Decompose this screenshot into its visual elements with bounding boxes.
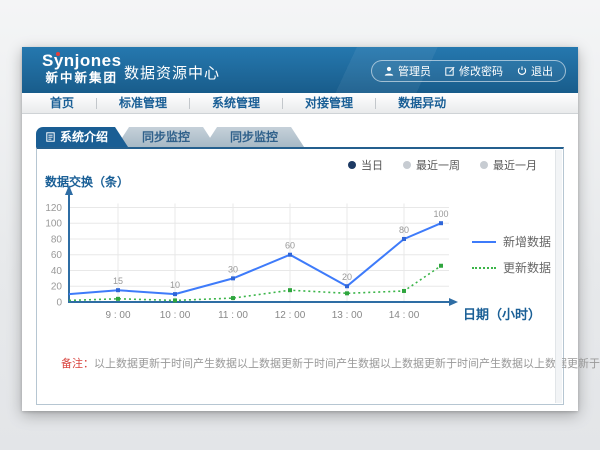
tab-label: 系统介绍 bbox=[60, 127, 108, 147]
legend-item-1[interactable]: 更新数据 bbox=[472, 259, 551, 276]
nav-item-0[interactable]: 首页 bbox=[28, 93, 96, 113]
footnote-label: 备注： bbox=[61, 358, 94, 370]
change-password-button[interactable]: 修改密码 bbox=[445, 63, 503, 79]
logo-red-dot-icon bbox=[56, 52, 60, 56]
user-toolbar: 管理员 修改密码 退出 bbox=[371, 60, 566, 82]
tab-1[interactable]: 同步监控 bbox=[116, 127, 216, 147]
svg-text:120: 120 bbox=[45, 203, 62, 214]
svg-text:14 : 00: 14 : 00 bbox=[389, 310, 420, 321]
footnote-text: 以上数据更新于时间产生数据以上数据更新于时间产生数据以上数据更新于时间产生数据以… bbox=[94, 358, 600, 370]
radio-dot-icon bbox=[348, 161, 356, 169]
svg-text:20: 20 bbox=[342, 272, 352, 282]
radio-label: 最近一周 bbox=[416, 157, 460, 173]
radio-2[interactable]: 最近一月 bbox=[480, 157, 537, 173]
current-user[interactable]: 管理员 bbox=[384, 63, 431, 79]
document-icon bbox=[46, 132, 55, 142]
nav-item-1[interactable]: 标准管理 bbox=[97, 93, 189, 113]
time-range-filter: 当日 最近一周 最近一月 bbox=[348, 157, 537, 173]
logout-button[interactable]: 退出 bbox=[517, 63, 553, 79]
content-panel: 当日最近一周最近一月 数据交换（条） 0204060801001209 : 00… bbox=[36, 147, 564, 405]
app-window: Synjones 新中新集团 数据资源中心 管理员 修改密码 退出 首页标准管理… bbox=[22, 47, 578, 411]
svg-text:100: 100 bbox=[433, 209, 448, 219]
legend-line-icon bbox=[472, 267, 496, 269]
svg-text:日期（小时）: 日期（小时） bbox=[463, 307, 541, 322]
legend-label: 更新数据 bbox=[503, 259, 551, 276]
svg-text:13 : 00: 13 : 00 bbox=[332, 310, 363, 321]
svg-text:60: 60 bbox=[285, 241, 295, 251]
svg-text:10: 10 bbox=[170, 280, 180, 290]
logo-text: Synjones bbox=[42, 51, 122, 71]
chart-legend: 新增数据更新数据 bbox=[472, 233, 551, 276]
radio-label: 最近一月 bbox=[493, 157, 537, 173]
radio-dot-icon bbox=[403, 161, 411, 169]
radio-label: 当日 bbox=[361, 157, 383, 173]
main-nav: 首页标准管理系统管理对接管理数据异动 bbox=[22, 93, 578, 114]
legend-label: 新增数据 bbox=[503, 233, 551, 250]
tab-bar: 系统介绍 同步监控 同步监控 bbox=[36, 127, 304, 147]
svg-text:11 : 00: 11 : 00 bbox=[218, 310, 248, 321]
svg-text:12 : 00: 12 : 00 bbox=[275, 310, 306, 321]
power-icon bbox=[517, 66, 527, 76]
page-title: 数据资源中心 bbox=[124, 62, 220, 83]
nav-item-3[interactable]: 对接管理 bbox=[283, 93, 375, 113]
user-icon bbox=[384, 66, 394, 76]
radio-0[interactable]: 当日 bbox=[348, 157, 383, 173]
tab-0[interactable]: 系统介绍 bbox=[36, 127, 128, 147]
tab-2[interactable]: 同步监控 bbox=[204, 127, 304, 147]
legend-item-0[interactable]: 新增数据 bbox=[472, 233, 551, 250]
edit-icon bbox=[445, 66, 455, 76]
radio-1[interactable]: 最近一周 bbox=[403, 157, 460, 173]
svg-text:9 : 00: 9 : 00 bbox=[105, 310, 130, 321]
tab-label: 同步监控 bbox=[142, 130, 190, 144]
radio-dot-icon bbox=[480, 161, 488, 169]
header-bar: Synjones 新中新集团 数据资源中心 管理员 修改密码 退出 bbox=[22, 47, 578, 93]
svg-text:30: 30 bbox=[228, 264, 238, 274]
nav-item-4[interactable]: 数据异动 bbox=[376, 93, 468, 113]
svg-text:60: 60 bbox=[51, 250, 63, 261]
svg-text:80: 80 bbox=[399, 225, 409, 235]
company-logo[interactable]: Synjones 新中新集团 bbox=[42, 51, 122, 86]
logo-subtitle: 新中新集团 bbox=[42, 71, 122, 85]
svg-text:15: 15 bbox=[113, 276, 123, 286]
panel-scrollbar[interactable] bbox=[555, 150, 562, 403]
legend-line-icon bbox=[472, 241, 496, 243]
svg-text:0: 0 bbox=[56, 298, 62, 309]
tab-label: 同步监控 bbox=[230, 130, 278, 144]
svg-text:100: 100 bbox=[45, 219, 62, 230]
nav-item-2[interactable]: 系统管理 bbox=[190, 93, 282, 113]
svg-text:10 : 00: 10 : 00 bbox=[160, 310, 191, 321]
svg-text:20: 20 bbox=[51, 282, 63, 293]
footnote: 备注：以上数据更新于时间产生数据以上数据更新于时间产生数据以上数据更新于时间产生… bbox=[61, 355, 600, 371]
svg-text:40: 40 bbox=[51, 266, 63, 277]
svg-text:80: 80 bbox=[51, 234, 63, 245]
